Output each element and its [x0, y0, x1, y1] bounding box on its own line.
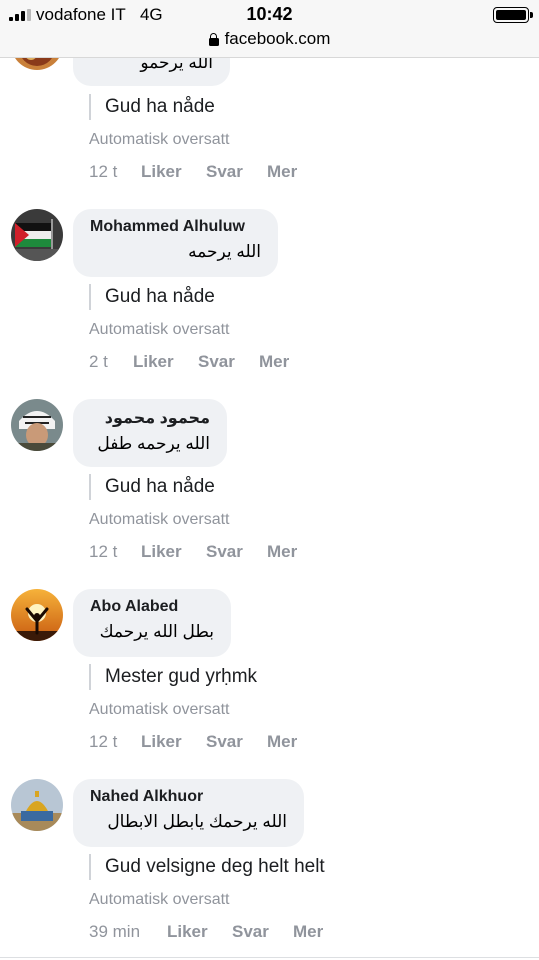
avatar[interactable]: [11, 589, 63, 641]
comment-time[interactable]: 12 t: [89, 542, 141, 562]
avatar[interactable]: [11, 399, 63, 451]
browser-top-bar: vodafone IT 4G 10:42 facebook.com: [0, 0, 539, 58]
translated-text: Mester gud yrḥmk: [89, 664, 257, 690]
comment-bubble[interactable]: Mohammed Alhuluw الله يرحمه: [73, 209, 278, 277]
translated-text: Gud velsigne deg helt helt: [89, 854, 325, 880]
battery-icon: [493, 7, 533, 23]
comment-bubble[interactable]: Abo Alabed بطل الله يرحمك: [73, 589, 231, 657]
translated-text: Gud ha nåde: [89, 474, 215, 500]
url-bar[interactable]: facebook.com: [0, 29, 539, 49]
auto-translated-label[interactable]: Automatisk oversatt: [89, 321, 230, 339]
like-button[interactable]: Liker: [141, 542, 206, 562]
comment-author[interactable]: محمود محمود: [90, 408, 210, 428]
avatar[interactable]: [11, 209, 63, 261]
auto-translated-label[interactable]: Automatisk oversatt: [89, 701, 230, 719]
reply-button[interactable]: Svar: [206, 542, 267, 562]
auto-translated-label[interactable]: Automatisk oversatt: [89, 131, 230, 149]
comment-author[interactable]: Mohammed Alhuluw: [90, 218, 261, 236]
comment-text: بطل الله يرحمك: [99, 622, 214, 641]
more-button[interactable]: Mer: [259, 352, 289, 372]
url-text[interactable]: facebook.com: [225, 29, 331, 49]
comment-author[interactable]: Abo Alabed: [90, 598, 214, 616]
comment-author[interactable]: Nahed Alkhuor: [90, 788, 287, 806]
comment-bubble[interactable]: Nahed Alkhuor الله يرحمك يابطل الابطال: [73, 779, 304, 847]
comment-text: الله يرحمك يابطل الابطال: [107, 812, 287, 831]
reply-button[interactable]: Svar: [232, 922, 293, 942]
more-button[interactable]: Mer: [293, 922, 323, 942]
comment-time[interactable]: 12 t: [89, 162, 141, 182]
comment-bubble[interactable]: محمود محمود الله يرحمه طفل: [73, 399, 227, 467]
reply-button[interactable]: Svar: [206, 732, 267, 752]
comment-time[interactable]: 39 min: [89, 922, 167, 942]
comment-time[interactable]: 12 t: [89, 732, 141, 752]
status-time: 10:42: [246, 4, 293, 24]
like-button[interactable]: Liker: [141, 732, 206, 752]
translated-text: Gud ha nåde: [89, 94, 215, 120]
more-button[interactable]: Mer: [267, 732, 297, 752]
lock-icon: [208, 32, 219, 46]
reply-button[interactable]: Svar: [206, 162, 267, 182]
comment-time[interactable]: 2 t: [89, 352, 133, 372]
more-button[interactable]: Mer: [267, 162, 297, 182]
auto-translated-label[interactable]: Automatisk oversatt: [89, 891, 230, 909]
like-button[interactable]: Liker: [167, 922, 232, 942]
reply-button[interactable]: Svar: [198, 352, 259, 372]
avatar[interactable]: [11, 779, 63, 831]
like-button[interactable]: Liker: [141, 162, 206, 182]
more-button[interactable]: Mer: [267, 542, 297, 562]
divider: [0, 957, 539, 958]
auto-translated-label[interactable]: Automatisk oversatt: [89, 511, 230, 529]
translated-text: Gud ha nåde: [89, 284, 215, 310]
comment-text: الله يرحمه طفل: [97, 434, 210, 453]
like-button[interactable]: Liker: [133, 352, 198, 372]
comment-text: الله يرحمه: [188, 242, 261, 261]
